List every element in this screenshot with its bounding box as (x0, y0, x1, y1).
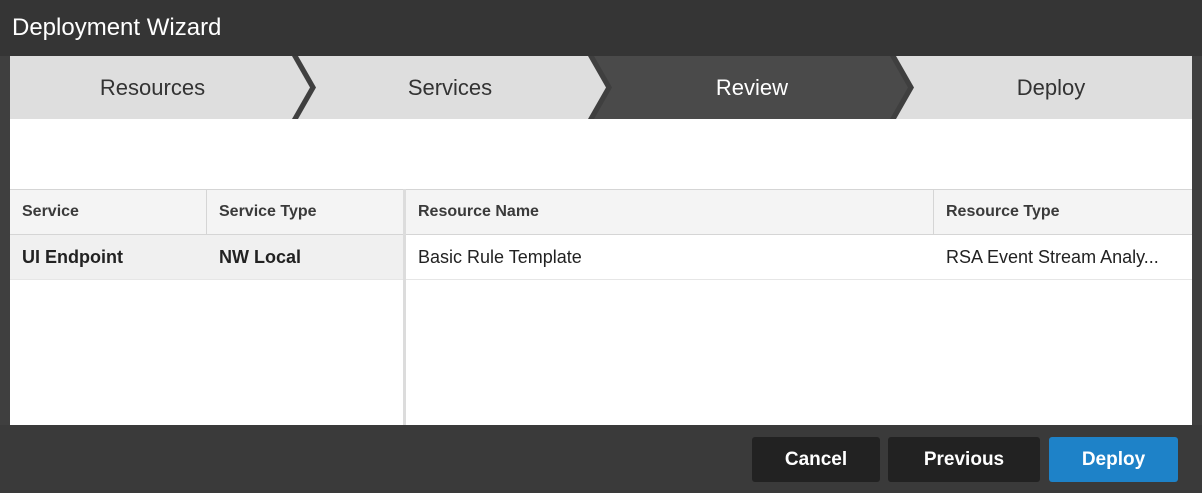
cancel-button[interactable]: Cancel (752, 437, 880, 482)
step-services[interactable]: Services (310, 56, 590, 119)
deploy-button[interactable]: Deploy (1049, 437, 1178, 482)
resources-table: Resource Name Resource Type Basic Rule T… (406, 189, 1192, 426)
resource-type-cell: RSA Event Stream Analy... (946, 247, 1159, 267)
column-resource-type[interactable]: Resource Type (934, 190, 1192, 234)
previous-button[interactable]: Previous (888, 437, 1040, 482)
deployment-wizard-dialog: Deployment Wizard Resources Services Rev… (0, 0, 1202, 493)
resource-name-cell: Basic Rule Template (418, 247, 582, 267)
column-service-type[interactable]: Service Type (207, 190, 405, 234)
step-resources[interactable]: Resources (10, 56, 295, 119)
column-resource-name[interactable]: Resource Name (406, 190, 933, 234)
table-row[interactable]: Basic Rule Template RSA Event Stream Ana… (406, 235, 1192, 280)
step-deploy[interactable]: Deploy (910, 56, 1192, 119)
service-cell: UI Endpoint (22, 247, 123, 267)
services-table-header: Service Service Type (10, 190, 405, 235)
dialog-title: Deployment Wizard (0, 0, 1202, 56)
services-table: Service Service Type UI Endpoint NW Loca… (10, 189, 405, 426)
column-service[interactable]: Service (10, 190, 206, 234)
dialog-footer: Cancel Previous Deploy (0, 425, 1202, 493)
step-review[interactable]: Review (606, 56, 898, 119)
service-type-cell: NW Local (219, 247, 302, 267)
resources-table-header: Resource Name Resource Type (406, 190, 1192, 235)
wizard-content: Service Service Type UI Endpoint NW Loca… (10, 119, 1192, 426)
wizard-steps: Resources Services Review Deploy (10, 56, 1192, 119)
table-row[interactable]: UI Endpoint NW Local (10, 235, 405, 280)
